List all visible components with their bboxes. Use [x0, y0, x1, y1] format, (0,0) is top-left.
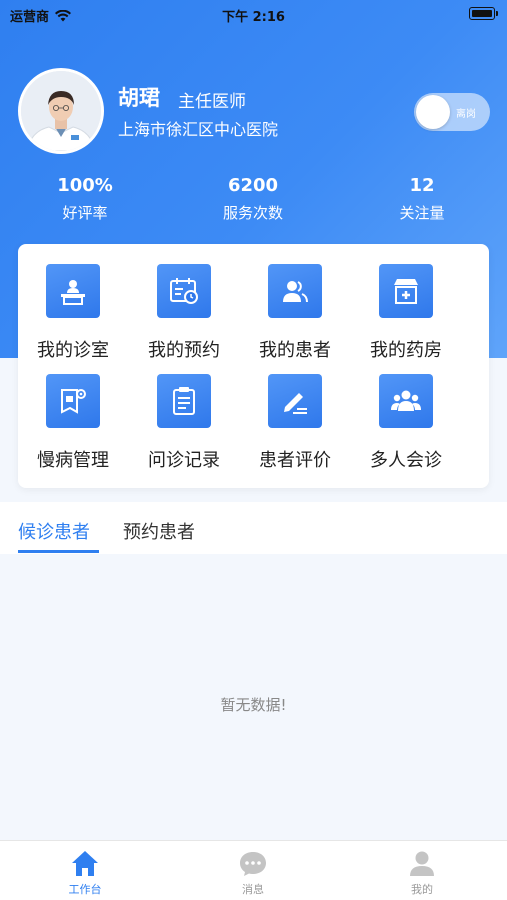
menu-my-clinic[interactable]: 我的诊室 — [18, 244, 128, 361]
function-grid: 我的诊室 我的预约 我的患者 我的药房 慢病管理 问诊记录 患者评价 多人会诊 — [18, 244, 489, 488]
tabbar-label: 工作台 — [68, 883, 102, 896]
menu-chronic-disease[interactable]: 慢病管理 — [18, 354, 128, 471]
tabbar-mine[interactable]: 我的 — [382, 849, 462, 897]
menu-label: 多人会诊 — [370, 450, 442, 471]
stat-rating: 100% 好评率 — [25, 175, 145, 223]
chronic-disease-icon — [46, 374, 100, 428]
stat-label: 好评率 — [62, 204, 108, 222]
home-icon — [72, 851, 98, 876]
tabbar-label: 我的 — [411, 883, 433, 896]
clipboard-icon — [157, 374, 211, 428]
stat-value: 100% — [57, 175, 113, 196]
menu-my-appointment[interactable]: 我的预约 — [129, 244, 239, 361]
menu-patient-reviews[interactable]: 患者评价 — [240, 354, 350, 471]
clinic-icon — [46, 264, 100, 318]
doctor-title: 主任医师 — [178, 92, 246, 112]
tab-appointment-patients[interactable]: 预约患者 — [123, 518, 195, 544]
menu-my-pharmacy[interactable]: 我的药房 — [351, 244, 461, 361]
empty-state-text: 暂无数据! — [220, 696, 287, 714]
menu-label: 慢病管理 — [37, 450, 109, 471]
stat-value: 12 — [409, 175, 435, 196]
appointment-icon — [157, 264, 211, 318]
patients-icon — [268, 264, 322, 318]
clock: 下午 2:16 — [222, 10, 285, 25]
hospital-name: 上海市徐汇区中心医院 — [118, 120, 279, 139]
stats-row: 100% 好评率 6200 服务次数 12 关注量 — [0, 175, 507, 227]
battery-icon — [469, 7, 498, 20]
tabbar-messages[interactable]: 消息 — [213, 849, 293, 897]
stat-value: 6200 — [227, 175, 279, 196]
status-bar: 运营商 下午 2:16 — [0, 0, 507, 28]
stat-label: 服务次数 — [222, 204, 283, 222]
stat-service-count: 6200 服务次数 — [193, 175, 313, 223]
toggle-label: 离岗 — [456, 109, 476, 120]
group-consult-icon — [379, 374, 433, 428]
stat-followers: 12 关注量 — [362, 175, 482, 223]
stat-label: 关注量 — [399, 204, 445, 222]
doctor-avatar[interactable] — [18, 68, 104, 154]
doctor-name: 胡珺 — [118, 86, 160, 110]
tabbar-label: 消息 — [242, 883, 264, 896]
bottom-tab-bar: 工作台 消息 我的 — [0, 840, 507, 900]
doctor-portrait-icon — [21, 71, 101, 151]
menu-group-consult[interactable]: 多人会诊 — [351, 354, 461, 471]
menu-my-patients[interactable]: 我的患者 — [240, 244, 350, 361]
tabbar-workbench[interactable]: 工作台 — [45, 849, 125, 897]
menu-consult-records[interactable]: 问诊记录 — [129, 354, 239, 471]
user-icon — [410, 851, 434, 876]
active-tab-indicator — [18, 550, 99, 553]
duty-status-toggle[interactable]: 离岗 — [414, 93, 490, 131]
menu-label: 问诊记录 — [148, 450, 220, 471]
patient-tabs: 候诊患者 预约患者 — [0, 502, 507, 554]
pharmacy-icon — [379, 264, 433, 318]
toggle-knob — [416, 95, 450, 129]
tab-waiting-patients[interactable]: 候诊患者 — [18, 518, 90, 544]
chat-bubble-icon — [240, 852, 266, 876]
edit-review-icon — [268, 374, 322, 428]
menu-label: 患者评价 — [259, 450, 331, 471]
